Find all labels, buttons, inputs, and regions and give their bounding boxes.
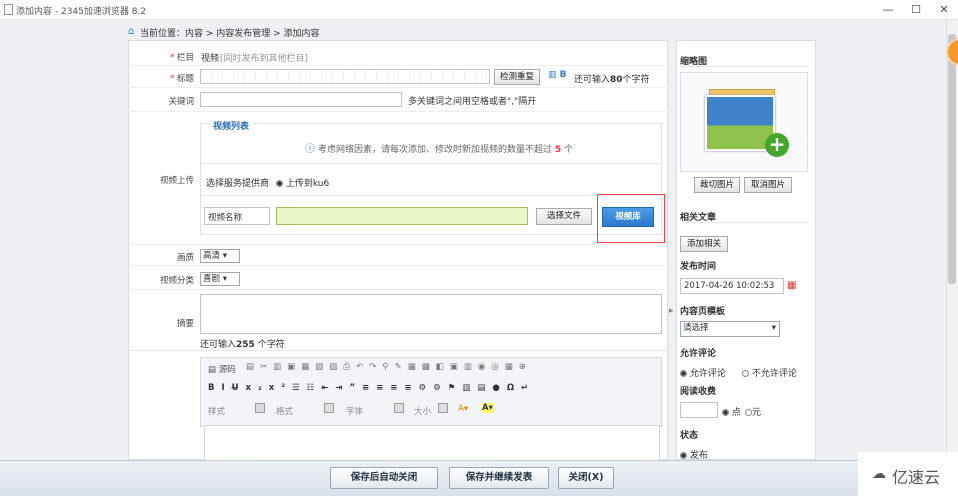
video-upload-label: 视频上传 (159, 176, 194, 186)
video-file-input[interactable] (276, 207, 528, 225)
choose-file-button[interactable]: 选择文件 (536, 208, 592, 225)
title-remaining-text: 还可输入80个字符 (574, 75, 650, 85)
divider (680, 222, 810, 223)
video-name-input[interactable]: 视频名称 (204, 207, 270, 225)
column-label: * 栏目 (170, 53, 194, 63)
page-icon (4, 4, 13, 15)
save-and-continue-button[interactable]: 保存并继续发表 (449, 467, 549, 489)
calendar-icon[interactable]: ▦ (787, 280, 796, 291)
font-color-icon[interactable]: A▾ (458, 404, 468, 414)
charge-heading: 阅读收费 (680, 387, 717, 397)
info-icon: ⓘ (305, 144, 315, 155)
charge-unit-yuan-radio[interactable]: 元 (745, 405, 761, 418)
quality-select[interactable]: 高清 ▾ (200, 249, 240, 263)
publish-time-input[interactable]: 2017-04-26 10:02:53 (680, 278, 784, 294)
summary-textarea[interactable] (200, 294, 662, 334)
close-window-button[interactable]: ✕ (934, 2, 954, 18)
status-heading: 状态 (680, 431, 699, 441)
watermark-logo: ☁ 亿速云 (858, 452, 958, 496)
maximize-button[interactable]: ☐ (906, 2, 926, 18)
quality-label: 画质 (176, 253, 194, 263)
home-icon: ⌂ (128, 26, 135, 37)
window-titlebar: 添加内容 - 2345加速浏览器 8.2 — ☐ ✕ (0, 0, 958, 20)
video-notice: 考虑网络因素，请每次添加、修改时新加视频的数量不超过 5 个 (318, 145, 574, 155)
column-hint-link[interactable]: [同时发布到其他栏目] (220, 51, 308, 64)
divider (201, 195, 661, 196)
publish-time-heading: 发布时间 (680, 262, 717, 272)
keywords-label: 关键词 (168, 97, 194, 107)
video-list-legend: 视频列表 (210, 119, 253, 132)
dropdown-icon[interactable] (438, 403, 448, 413)
check-duplicate-button[interactable]: 检测重复 (494, 69, 540, 85)
column-value: 视频 (201, 54, 220, 64)
keywords-input[interactable] (200, 92, 402, 107)
background-color-icon[interactable]: A▾ (482, 403, 493, 413)
size-select[interactable]: 大小 (414, 405, 431, 417)
video-library-button[interactable]: 视频库 (602, 207, 654, 227)
watermark-text: 亿速云 (892, 468, 941, 487)
divider (128, 350, 668, 351)
divider (201, 163, 661, 164)
provider-radio-ku6[interactable]: 上传到ku6 (276, 176, 329, 189)
title-style-icon[interactable]: ▥ B (548, 70, 567, 80)
title-label: * 标题 (170, 74, 194, 84)
thumbnail-upload[interactable]: + (680, 72, 808, 172)
window-title: 添加内容 - 2345加速浏览器 8.2 (16, 7, 147, 17)
template-select[interactable]: 请选择 ▾ (680, 321, 780, 337)
breadcrumb: 当前位置：内容 > 内容发布管理 > 添加内容 (140, 29, 320, 39)
collapse-arrow-icon[interactable]: ▸ (669, 306, 674, 316)
provider-label: 选择服务提供商 (206, 179, 270, 189)
format-select[interactable]: 格式 (276, 405, 293, 417)
title-input[interactable] (200, 69, 490, 84)
save-and-close-button[interactable]: 保存后自动关闭 (330, 467, 438, 489)
allow-comments-radio[interactable]: 允许评论 (680, 366, 726, 379)
editor-row1-icons[interactable]: ▤✂▥▣▦▧▨⎙↶↷⚲✎▦▩◧▣▥◉◎▦⊕ (246, 362, 532, 372)
minimize-button[interactable]: — (878, 2, 898, 18)
category-label: 视频分类 (159, 276, 194, 286)
cancel-image-button[interactable]: 取消图片 (744, 177, 792, 193)
comments-heading: 允许评论 (680, 349, 717, 359)
cloud-icon: ☁ (872, 466, 886, 482)
category-select[interactable]: 喜剧 ▾ (200, 272, 240, 286)
editor-row2-icons[interactable]: BIU̶x₂x²☰☷⇤⇥”≡≡≡≡⚙⚙⚑▥▤●Ω↵ (208, 383, 535, 393)
dropdown-icon[interactable] (324, 403, 334, 413)
keywords-hint: 多关键词之间用空格或者","隔开 (408, 97, 537, 107)
scrollbar-thumb[interactable] (948, 34, 956, 284)
add-image-icon[interactable]: + (765, 133, 789, 157)
divider (680, 66, 810, 67)
close-button[interactable]: 关闭(X) (558, 467, 614, 489)
template-heading: 内容页模板 (680, 307, 726, 317)
dropdown-icon[interactable] (394, 403, 404, 413)
charge-input[interactable] (680, 402, 718, 418)
summary-remaining-text: 还可输入255 个字符 (200, 340, 285, 350)
source-button[interactable]: ▤ 源码 (208, 363, 236, 375)
style-select[interactable]: 样式 (208, 405, 225, 417)
dropdown-icon[interactable] (255, 403, 265, 413)
add-related-button[interactable]: 添加相关 (680, 236, 728, 252)
summary-label: 摘要 (176, 319, 194, 329)
deny-comments-radio[interactable]: 不允许评论 (742, 366, 797, 379)
editor-content-area[interactable] (204, 425, 660, 465)
charge-unit-points-radio[interactable]: 点 (722, 405, 741, 418)
crop-image-button[interactable]: 裁切图片 (694, 177, 740, 193)
font-select[interactable]: 字体 (346, 405, 363, 417)
